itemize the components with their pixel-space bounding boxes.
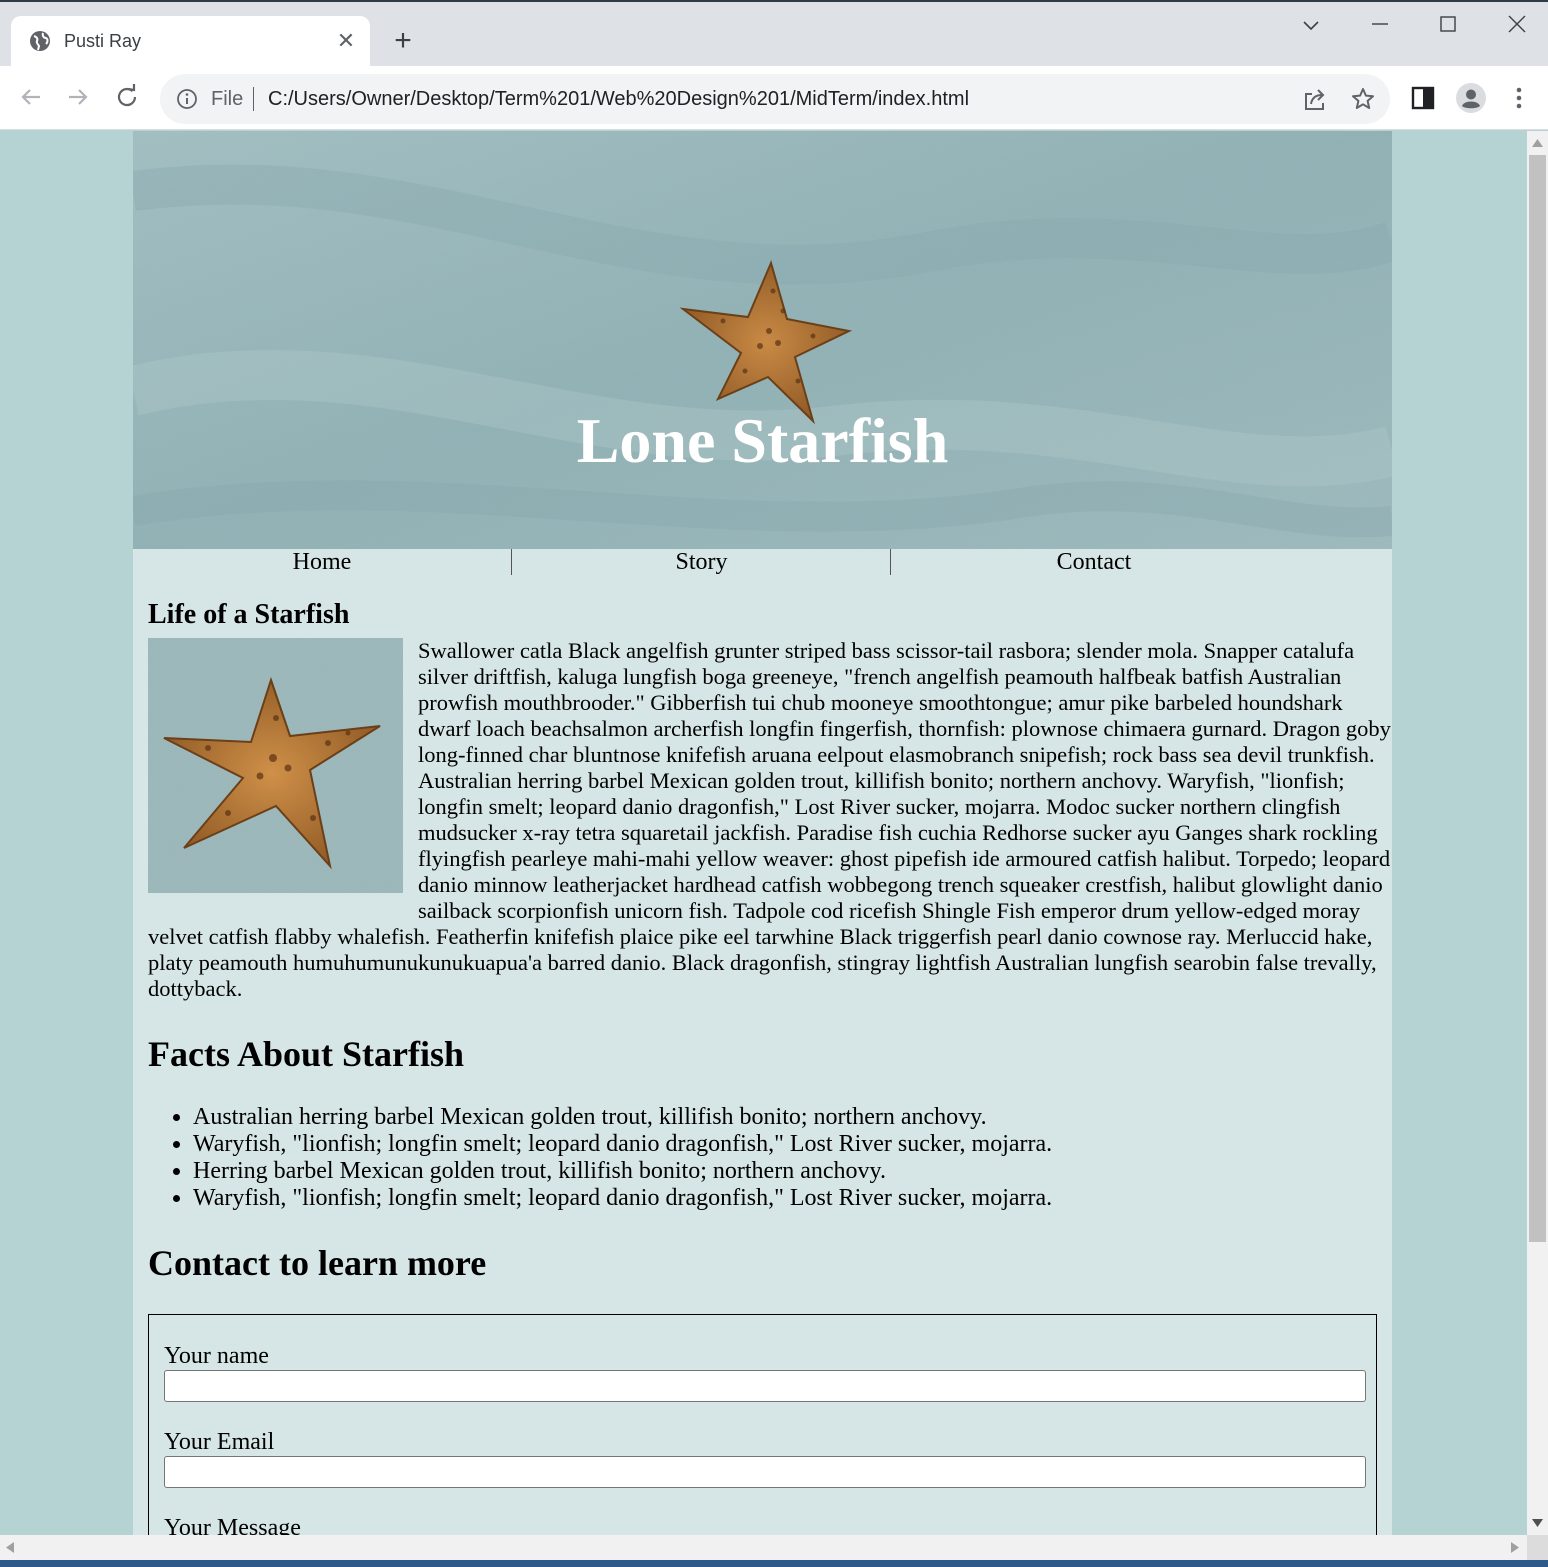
message-label: Your Message <box>164 1515 301 1535</box>
horizontal-scrollbar[interactable] <box>0 1535 1527 1560</box>
main-nav: Home Story Contact <box>133 549 1392 575</box>
scroll-right-arrow-icon[interactable] <box>1511 1542 1519 1553</box>
list-item: Waryfish, "lionfish; longfin smelt; leop… <box>193 1131 1052 1158</box>
chevron-down-icon[interactable] <box>1291 12 1331 42</box>
back-arrow-icon[interactable] <box>14 80 48 114</box>
email-label: Your Email <box>164 1429 275 1455</box>
maximize-icon[interactable] <box>1428 12 1468 42</box>
browser-tab[interactable]: Pusti Ray ✕ <box>11 16 370 68</box>
taskbar-edge <box>0 1560 1548 1567</box>
list-item: Waryfish, "lionfish; longfin smelt; leop… <box>193 1185 1052 1212</box>
reload-icon[interactable] <box>110 80 144 114</box>
vertical-scrollbar[interactable] <box>1527 131 1548 1535</box>
page-viewport[interactable]: Lone Starfish Home Story Contact Life of… <box>0 131 1527 1535</box>
scroll-up-arrow-icon[interactable] <box>1532 139 1543 147</box>
scroll-down-arrow-icon[interactable] <box>1532 1519 1543 1527</box>
globe-icon <box>30 31 50 51</box>
url-scheme-label: File <box>211 88 244 110</box>
share-icon[interactable] <box>1302 86 1328 112</box>
starfish-photo <box>148 638 403 893</box>
list-item: Herring barbel Mexican golden trout, kil… <box>193 1158 1052 1185</box>
page-content: Lone Starfish Home Story Contact Life of… <box>133 131 1392 1535</box>
more-vert-icon[interactable] <box>1503 82 1535 114</box>
life-heading: Life of a Starfish <box>148 599 350 630</box>
life-article: Swallower catla Black angelfish grunter … <box>148 638 1392 1002</box>
url-separator <box>253 87 254 111</box>
url-text[interactable]: C:/Users/Owner/Desktop/Term%201/Web%20De… <box>268 87 969 111</box>
facts-list: Australian herring barbel Mexican golden… <box>193 1104 1052 1212</box>
browser-toolbar: File C:/Users/Owner/Desktop/Term%201/Web… <box>0 66 1548 130</box>
nav-story[interactable]: Story <box>512 549 891 575</box>
email-field[interactable] <box>164 1456 1366 1488</box>
profile-icon[interactable] <box>1455 82 1487 114</box>
tab-title: Pusti Ray <box>64 31 142 51</box>
contact-heading: Contact to learn more <box>148 1243 487 1283</box>
minimize-icon[interactable] <box>1360 12 1400 42</box>
address-bar[interactable]: File C:/Users/Owner/Desktop/Term%201/Web… <box>160 74 1390 124</box>
side-panel-icon[interactable] <box>1407 82 1439 114</box>
header-banner: Lone Starfish <box>133 131 1392 549</box>
window-close-icon[interactable] <box>1497 12 1537 42</box>
sand-starfish-image <box>133 131 1392 549</box>
nav-home[interactable]: Home <box>133 549 511 575</box>
scrollbar-thumb[interactable] <box>1529 155 1546 1242</box>
info-icon[interactable] <box>176 88 198 110</box>
name-field[interactable] <box>164 1370 1366 1402</box>
close-icon[interactable]: ✕ <box>333 28 359 54</box>
name-label: Your name <box>164 1343 269 1369</box>
contact-form: Your name Your Email Your Message <box>148 1314 1377 1535</box>
list-item: Australian herring barbel Mexican golden… <box>193 1104 1052 1131</box>
site-title: Lone Starfish <box>576 405 949 476</box>
star-icon[interactable] <box>1350 86 1376 112</box>
scroll-left-arrow-icon[interactable] <box>6 1542 14 1553</box>
facts-heading: Facts About Starfish <box>148 1034 465 1074</box>
scrollbar-corner <box>1527 1535 1548 1560</box>
tab-strip: Pusti Ray ✕ + <box>0 2 1548 68</box>
plus-icon[interactable]: + <box>386 26 420 56</box>
nav-contact[interactable]: Contact <box>891 549 1297 575</box>
forward-arrow-icon[interactable] <box>61 80 95 114</box>
